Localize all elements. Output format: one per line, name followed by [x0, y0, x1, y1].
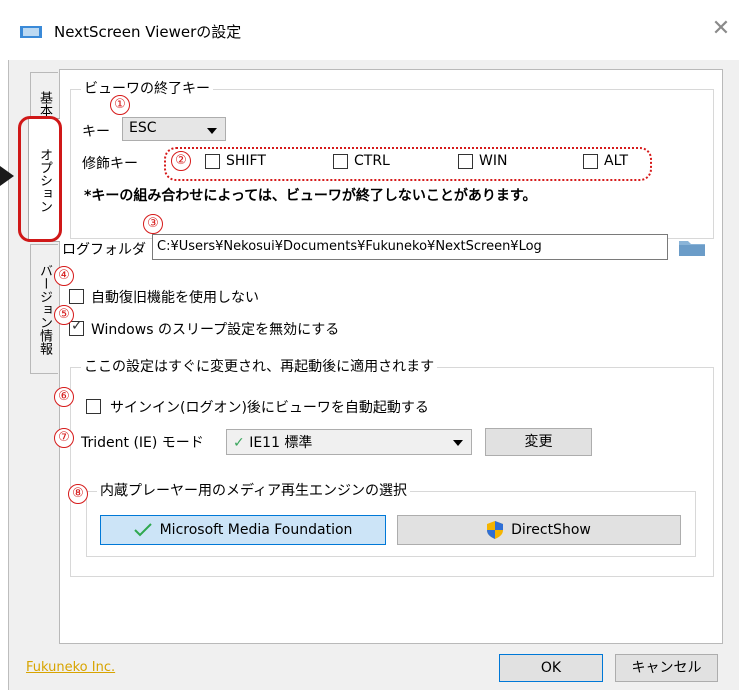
shift-checkbox[interactable]	[205, 154, 220, 169]
marker-6: ⑥	[54, 387, 74, 407]
auto-recovery-checkbox[interactable]	[69, 289, 84, 304]
disable-sleep-checkbox[interactable]	[69, 318, 84, 336]
trident-label: Trident (IE) モード	[81, 435, 204, 451]
exit-key-select[interactable]: ESC	[122, 117, 226, 141]
check-icon: ✓	[233, 435, 245, 451]
autostart-checkbox[interactable]	[86, 399, 101, 414]
engine-label: DirectShow	[511, 522, 591, 538]
autostart-label: サインイン(ログオン)後にビューワを自動起動する	[110, 400, 429, 416]
engine-directshow-button[interactable]: DirectShow	[397, 515, 681, 545]
win-label: WIN	[479, 153, 508, 169]
engine-media-foundation-button[interactable]: Microsoft Media Foundation	[100, 515, 386, 545]
modifier-label: 修飾キー	[82, 156, 138, 172]
marker-2: ②	[171, 151, 191, 171]
trident-change-button[interactable]: 変更	[485, 428, 592, 456]
tab-option[interactable]: オプション	[28, 118, 60, 242]
chevron-down-icon	[207, 128, 217, 134]
disable-sleep-label: Windows のスリープ設定を無効にする	[91, 322, 340, 338]
chevron-down-icon	[453, 440, 463, 446]
trident-mode-select[interactable]: ✓ IE11 標準	[226, 429, 472, 455]
marker-5: ⑤	[54, 305, 74, 325]
exit-key-warning: *キーの組み合わせによっては、ビューワが終了しないことがあります。	[84, 188, 537, 204]
marker-7: ⑦	[54, 428, 74, 448]
win-checkbox[interactable]	[458, 154, 473, 169]
options-panel: ビューワの終了キー ① キー ESC 修飾キー ② SHIFT CTRL WIN…	[54, 69, 723, 644]
auto-recovery-label: 自動復旧機能を使用しない	[91, 290, 259, 306]
exit-key-value: ESC	[129, 120, 157, 136]
tab-label: 基本	[37, 91, 52, 117]
marker-3: ③	[143, 214, 163, 234]
marker-8: ⑧	[68, 484, 88, 504]
group-legend: 内蔵プレーヤー用のメディア再生エンジンの選択	[97, 482, 411, 500]
close-button[interactable]: ✕	[706, 14, 736, 44]
shift-label: SHIFT	[226, 153, 266, 169]
marker-4: ④	[54, 266, 74, 286]
cancel-button[interactable]: キャンセル	[615, 654, 718, 682]
ok-button[interactable]: OK	[499, 654, 603, 682]
alt-label: ALT	[604, 153, 629, 169]
folder-icon[interactable]	[678, 237, 706, 257]
group-legend: ビューワの終了キー	[81, 80, 213, 98]
log-folder-field[interactable]: C:¥Users¥Nekosui¥Documents¥Fukuneko¥Next…	[152, 234, 668, 260]
key-label: キー	[82, 124, 110, 140]
tab-label: オプション	[37, 147, 52, 213]
ctrl-label: CTRL	[354, 153, 390, 169]
app-icon	[20, 26, 42, 38]
ctrl-checkbox[interactable]	[333, 154, 348, 169]
company-link[interactable]: Fukuneko Inc.	[26, 660, 115, 675]
pointer-arrow-icon	[0, 166, 14, 186]
group-legend: ここの設定はすぐに変更され、再起動後に適用されます	[81, 358, 438, 376]
title-bar: NextScreen Viewerの設定 ✕	[0, 0, 744, 60]
alt-checkbox[interactable]	[583, 154, 598, 169]
tab-version-info[interactable]: バージョン情報	[30, 244, 58, 374]
checkmark-icon	[133, 523, 152, 537]
trident-mode-value: IE11 標準	[249, 435, 313, 451]
window-title: NextScreen Viewerの設定	[54, 23, 242, 41]
shield-icon	[487, 521, 504, 539]
log-folder-label: ログフォルダ	[62, 242, 146, 258]
tab-label: バージョン情報	[37, 263, 52, 355]
marker-1: ①	[110, 95, 130, 115]
engine-label: Microsoft Media Foundation	[159, 522, 353, 538]
